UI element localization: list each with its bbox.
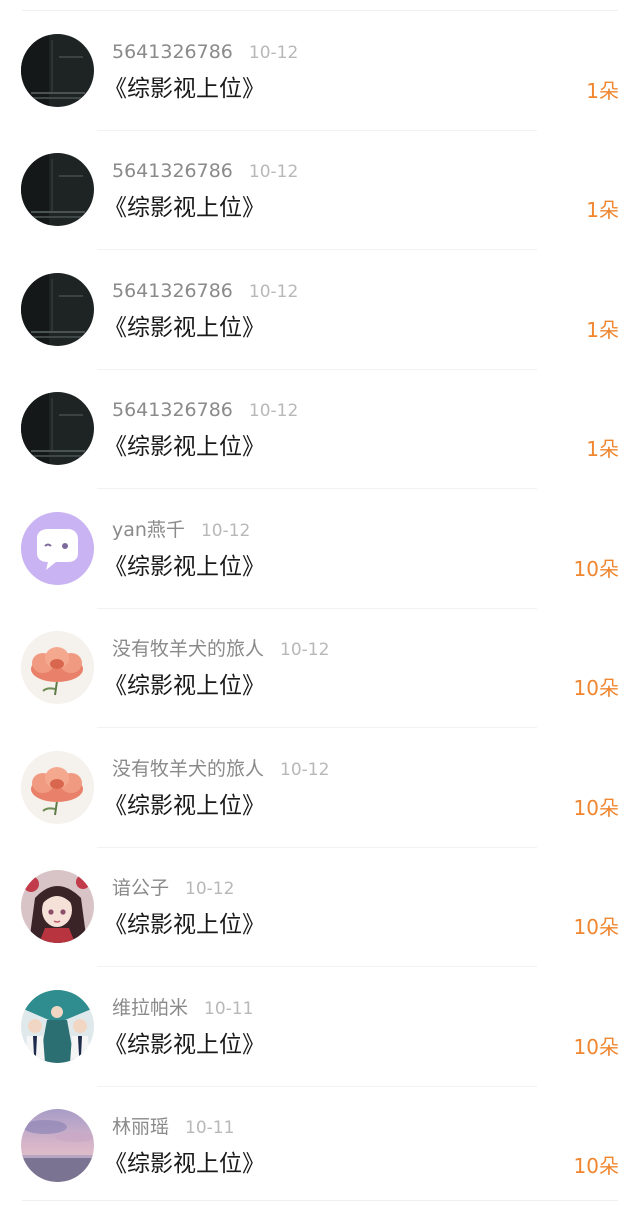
dark-photo-avatar[interactable] — [21, 153, 94, 226]
dark-photo-avatar[interactable] — [21, 392, 94, 465]
peony-flower-avatar[interactable] — [21, 631, 94, 704]
work-title[interactable]: 《综影视上位》 — [104, 1030, 265, 1060]
gift-count: 1朵 — [586, 437, 619, 461]
list-item[interactable]: 没有牧羊犬的旅人 10-12 《综影视上位》 10朵 — [0, 609, 640, 728]
anime-girl-avatar[interactable] — [21, 870, 94, 943]
gift-date: 10-12 — [248, 282, 299, 302]
user-name[interactable]: 没有牧羊犬的旅人 — [112, 758, 264, 780]
list-item[interactable]: 谙公子 10-12 《综影视上位》 10朵 — [0, 848, 640, 967]
user-name[interactable]: yan燕千 — [112, 519, 185, 541]
gift-date: 10-12 — [280, 760, 330, 780]
list-item[interactable]: 5641326786 10-12 《综影视上位》 1朵 — [0, 12, 640, 131]
user-name[interactable]: 5641326786 — [112, 160, 233, 182]
gift-count: 10朵 — [573, 557, 619, 581]
gift-count: 1朵 — [586, 318, 619, 342]
work-title[interactable]: 《综影视上位》 — [104, 313, 265, 343]
gift-count: 1朵 — [586, 79, 619, 103]
gift-count: 10朵 — [573, 1035, 619, 1059]
gift-date: 10-12 — [248, 401, 299, 421]
list-item[interactable]: 维拉帕米 10-11 《综影视上位》 10朵 — [0, 968, 640, 1087]
gift-date: 10-12 — [200, 521, 251, 541]
chat-bubble-avatar[interactable] — [21, 512, 94, 585]
gift-date: 10-11 — [204, 999, 254, 1019]
gift-count: 10朵 — [573, 1154, 619, 1178]
work-title[interactable]: 《综影视上位》 — [104, 552, 265, 582]
gift-count: 1朵 — [586, 198, 619, 222]
gift-record-list: 5641326786 10-12 《综影视上位》 1朵 5641326786 10-… — [0, 0, 640, 1205]
work-title[interactable]: 《综影视上位》 — [104, 74, 265, 104]
work-title[interactable]: 《综影视上位》 — [104, 193, 265, 223]
bottom-divider — [22, 1200, 618, 1201]
sunset-sky-avatar[interactable] — [21, 1109, 94, 1182]
item-meta: yan燕千 10-12 — [112, 518, 250, 543]
user-name[interactable]: 维拉帕米 — [112, 997, 188, 1019]
group-photo-avatar[interactable] — [21, 990, 94, 1063]
work-title[interactable]: 《综影视上位》 — [104, 432, 265, 462]
list-item[interactable]: 5641326786 10-12 《综影视上位》 1朵 — [0, 131, 640, 250]
item-meta: 5641326786 10-12 — [112, 159, 298, 184]
list-item[interactable]: 5641326786 10-12 《综影视上位》 1朵 — [0, 370, 640, 489]
dark-photo-avatar[interactable] — [21, 273, 94, 346]
list-item[interactable]: yan燕千 10-12 《综影视上位》 10朵 — [0, 490, 640, 609]
work-title[interactable]: 《综影视上位》 — [104, 910, 265, 940]
user-name[interactable]: 谙公子 — [112, 877, 169, 899]
user-name[interactable]: 5641326786 — [112, 280, 233, 302]
gift-count: 10朵 — [573, 915, 619, 939]
gift-date: 10-12 — [280, 640, 330, 660]
work-title[interactable]: 《综影视上位》 — [104, 791, 265, 821]
list-item[interactable]: 林丽瑶 10-11 《综影视上位》 10朵 — [0, 1087, 640, 1205]
row-divider — [97, 488, 537, 489]
gift-date: 10-12 — [248, 43, 299, 63]
gift-count: 10朵 — [573, 676, 619, 700]
row-divider — [97, 727, 537, 728]
item-meta: 没有牧羊犬的旅人 10-12 — [112, 637, 329, 662]
row-divider — [97, 966, 537, 967]
item-meta: 5641326786 10-12 — [112, 398, 298, 423]
work-title[interactable]: 《综影视上位》 — [104, 1149, 265, 1179]
item-meta: 没有牧羊犬的旅人 10-12 — [112, 757, 329, 782]
user-name[interactable]: 5641326786 — [112, 41, 233, 63]
item-meta: 谙公子 10-12 — [112, 876, 234, 901]
gift-count: 10朵 — [573, 796, 619, 820]
user-name[interactable]: 没有牧羊犬的旅人 — [112, 638, 264, 660]
item-meta: 维拉帕米 10-11 — [112, 996, 253, 1021]
dark-photo-avatar[interactable] — [21, 34, 94, 107]
gift-date: 10-12 — [185, 879, 235, 899]
work-title[interactable]: 《综影视上位》 — [104, 671, 265, 701]
gift-date: 10-11 — [185, 1118, 235, 1138]
item-meta: 林丽瑶 10-11 — [112, 1115, 234, 1140]
user-name[interactable]: 林丽瑶 — [112, 1116, 169, 1138]
list-item[interactable]: 5641326786 10-12 《综影视上位》 1朵 — [0, 251, 640, 370]
item-meta: 5641326786 10-12 — [112, 279, 298, 304]
top-divider — [22, 10, 618, 11]
list-item[interactable]: 没有牧羊犬的旅人 10-12 《综影视上位》 10朵 — [0, 729, 640, 848]
item-meta: 5641326786 10-12 — [112, 40, 298, 65]
user-name[interactable]: 5641326786 — [112, 399, 233, 421]
row-divider — [97, 249, 537, 250]
gift-date: 10-12 — [248, 162, 299, 182]
peony-flower-avatar[interactable] — [21, 751, 94, 824]
